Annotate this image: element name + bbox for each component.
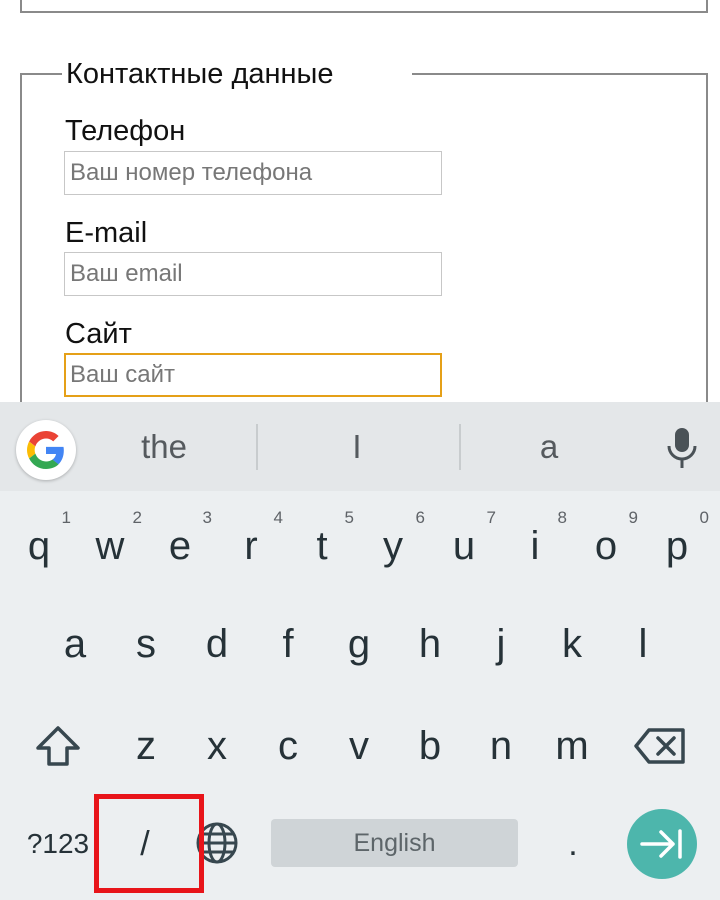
key-w[interactable]: w2 [80,504,142,584]
key-g[interactable]: g [329,602,389,682]
key-i[interactable]: i8 [505,504,567,584]
google-icon[interactable] [16,420,76,480]
key-e[interactable]: e3 [150,504,212,584]
period-key[interactable]: . [548,814,598,874]
key-c[interactable]: c [258,704,318,784]
key-y[interactable]: y6 [363,504,425,584]
key-n[interactable]: n [471,704,531,784]
backspace-icon[interactable] [630,720,690,772]
key-q[interactable]: q1 [9,504,71,584]
key-x[interactable]: x [187,704,247,784]
suggestion-2[interactable]: I [303,424,411,470]
previous-fieldset [20,0,708,13]
key-b[interactable]: b [400,704,460,784]
key-l[interactable]: l [613,602,673,682]
email-input[interactable] [64,252,442,296]
key-p[interactable]: p0 [647,504,709,584]
symbols-key[interactable]: ?123 [18,814,98,874]
suggestion-divider [256,424,258,470]
suggestion-divider [459,424,461,470]
key-v[interactable]: v [329,704,389,784]
phone-input[interactable] [64,151,442,195]
microphone-icon[interactable] [664,426,700,470]
suggestion-1[interactable]: the [110,424,218,470]
highlight-box [94,794,204,893]
key-a[interactable]: a [45,602,105,682]
email-label: E-mail [65,217,148,249]
website-input[interactable] [64,353,442,397]
phone-label: Телефон [65,115,186,147]
key-o[interactable]: o9 [576,504,638,584]
key-t[interactable]: t5 [292,504,354,584]
key-k[interactable]: k [542,602,602,682]
website-label: Сайт [65,318,132,350]
key-s[interactable]: s [116,602,176,682]
space-bar[interactable]: English [271,819,518,867]
key-h[interactable]: h [400,602,460,682]
key-j[interactable]: j [471,602,531,682]
suggestion-bar: the I a [0,402,720,491]
key-r[interactable]: r4 [221,504,283,584]
key-f[interactable]: f [258,602,318,682]
next-arrow-icon[interactable] [627,809,697,879]
key-u[interactable]: u7 [434,504,496,584]
suggestion-3[interactable]: a [495,424,603,470]
key-d[interactable]: d [187,602,247,682]
shift-icon[interactable] [30,718,86,774]
section-title: Контактные данные [66,57,354,91]
key-z[interactable]: z [116,704,176,784]
key-m[interactable]: m [542,704,602,784]
